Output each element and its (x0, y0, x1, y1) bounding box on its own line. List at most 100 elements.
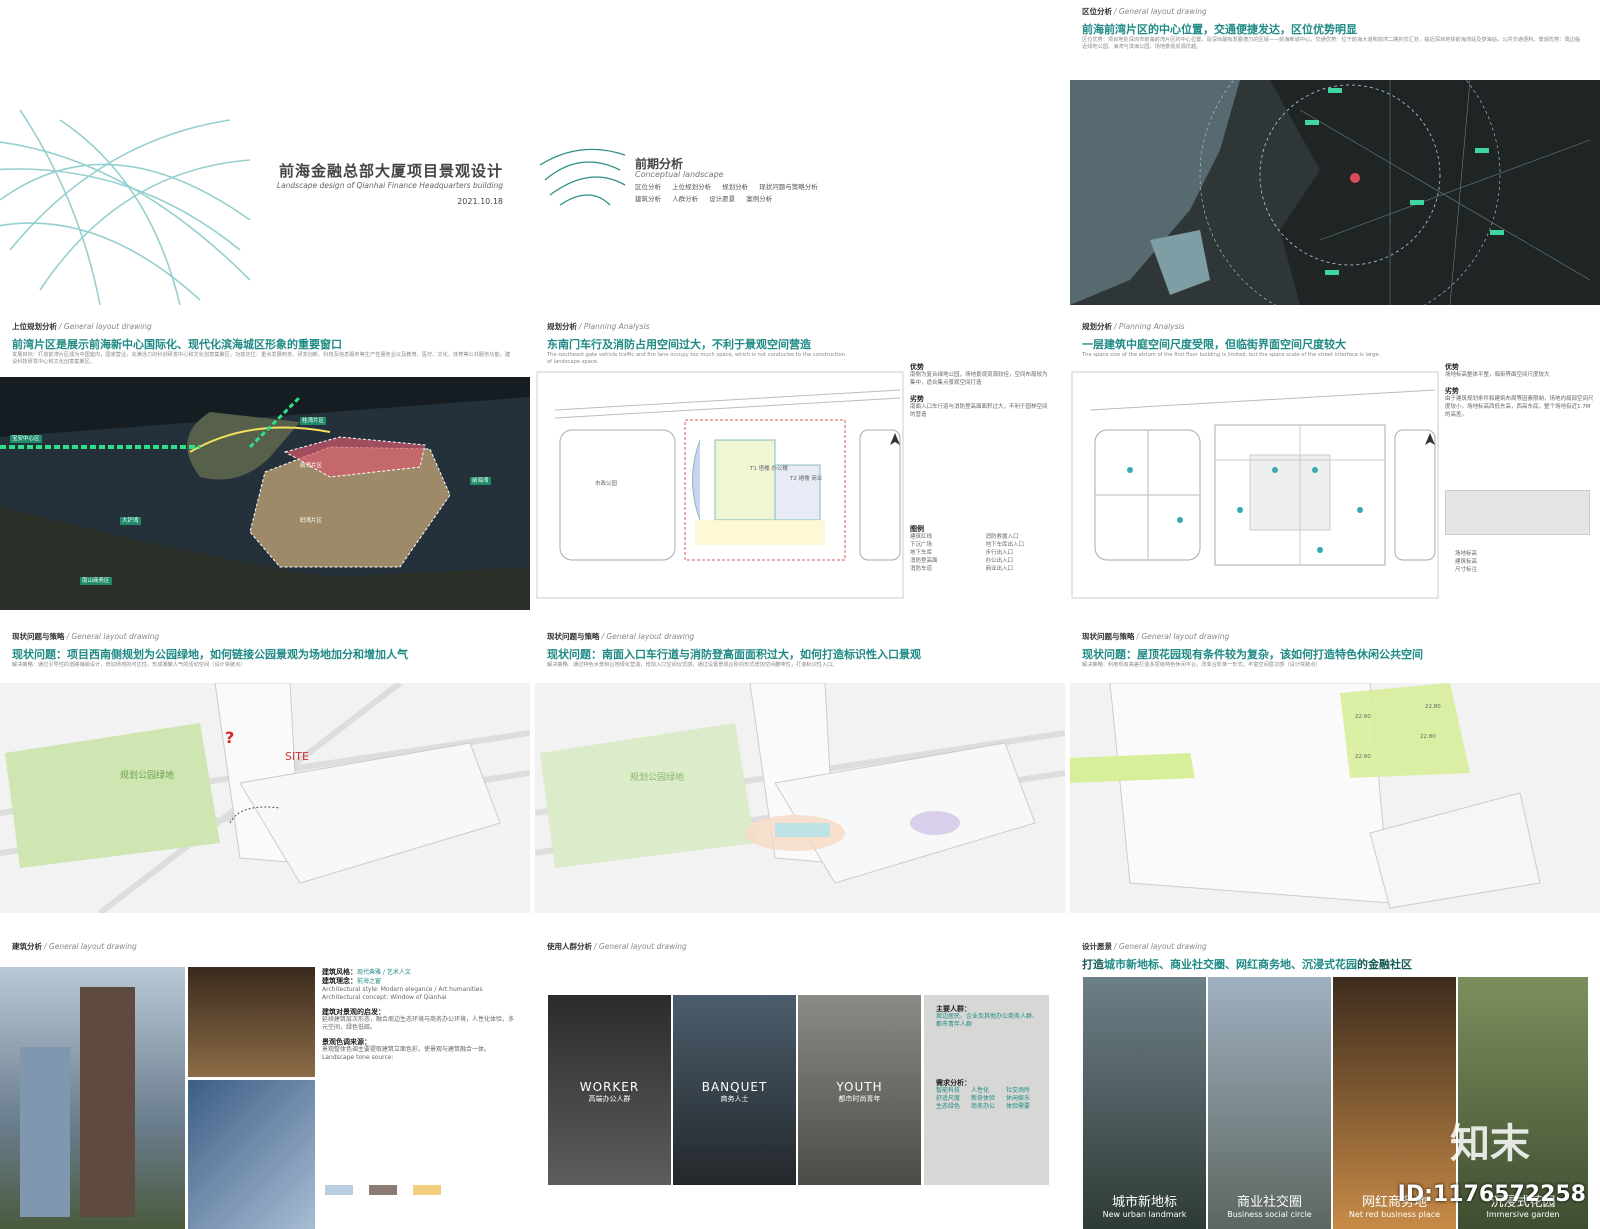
axonometric-graphic (1070, 683, 1600, 913)
park-label: 规划公园绿地 (120, 771, 175, 781)
color-swatch (325, 1185, 353, 1195)
advantage-block: 优势 南侧为复合绿地公园，场地景观资源较佳，空间布局较为集中，适合集点景观空间打… (910, 363, 1050, 419)
panel-title: 现状问题：项目西南侧规划为公园绿地，如何链接公园景观为场地加分和增加人气 (12, 648, 408, 661)
panel-title: 东南门车行及消防占用空间过大，不利于景观空间营造 (547, 338, 811, 351)
inspiration-heading: 建筑对景观的启发： (322, 1008, 385, 1016)
concept-subtitle: Conceptual landscape (635, 170, 724, 179)
upper-planning-panel: 上位规划分析 / General layout drawing 前湾片区是展示前海… (0, 315, 530, 610)
style-en: Architectural style: Modern elegance / A… (322, 986, 483, 993)
panel-title: 前海前湾片区的中心位置，交通便捷发达，区位优势明显 (1082, 23, 1357, 36)
concept-menu-item[interactable]: 上位规划分析 (672, 181, 711, 193)
inspiration-text: 延续建筑层次形态，融合周边生态环境与商务办公环境，人性化体验，多元空间，绿色低碳… (322, 1016, 515, 1031)
panel-tag: 现状问题与策略 / General layout drawing (1082, 632, 1230, 641)
level-label: 22.60 (1355, 714, 1371, 720)
map-label: 宝安中心区 (10, 435, 42, 443)
disadvantage-text: 南面入口车行道与消防登高面面积过大，不利于园林空间的营造 (910, 404, 1048, 418)
panel-text: 解决策略：通过引导性的道路铺装设计，增加场地的可达性，形成凝聚人气的活动空间（设… (12, 662, 246, 668)
panel-tag: 区位分析 / General layout drawing (1082, 7, 1207, 16)
panel-tag: 现状问题与策略 / General layout drawing (12, 632, 160, 641)
panel-tag: 规划分析 / Planning Analysis (547, 322, 650, 331)
color-swatch-row (325, 1185, 441, 1195)
need-item: 智能科技 (936, 1087, 961, 1094)
concept-en: Architectural concept: Window of Qianhai (322, 994, 447, 1001)
need-item: 生态绿色 (936, 1103, 961, 1110)
park-label: 规划公园绿地 (630, 773, 685, 783)
location-panel: 区位分析 / General layout drawing 前海前湾片区的中心位置… (1070, 0, 1600, 305)
legend-block: 图例 建筑红线 消防救援入口 下沉广场 地下车库出入口 地下车库 步行出入口 消… (910, 525, 1055, 573)
building-photo (0, 967, 185, 1229)
panel-tag: 设计愿景 / General layout drawing (1082, 942, 1207, 951)
needs-heading: 需求分析： (936, 1079, 971, 1087)
user-group-cn: 都市时尚青年 (838, 1095, 881, 1103)
concept-menu-item[interactable]: 区位分析 (635, 181, 661, 193)
legend-item: 下沉广场 (910, 542, 933, 548)
concept-heading: 建筑理念： (322, 977, 357, 985)
legend-item: 步行出入口 (985, 550, 1014, 556)
cover-title: 前海金融总部大厦项目景观设计 (278, 162, 503, 180)
user-photo-worker: WORKER 高端办公人群 (548, 995, 671, 1185)
vision-photo: 城市新地标 New urban landmark (1083, 977, 1206, 1229)
advantage-heading: 优势 (1445, 363, 1459, 371)
vision-item-cn: 商业社交圈 (1236, 1195, 1302, 1210)
cover-subtitle: Landscape design of Qianhai Finance Head… (276, 181, 503, 190)
user-photo-youth: YOUTH 都市时尚青年 (798, 995, 921, 1185)
users-info-box: 主要人群： 周边居民、企业及其他办公商务人群、都市青年人群 需求分析： 智能科技… (924, 995, 1049, 1185)
concept-menu-item[interactable]: 规划分析 (722, 181, 748, 193)
watermark-logo: 知末 (1450, 1121, 1530, 1167)
vision-item-cn: 城市新地标 (1111, 1195, 1177, 1210)
location-map-graphic (1070, 24, 1600, 305)
main-users-text: 周边居民、企业及其他办公商务人群、都市青年人群 (936, 1013, 1039, 1028)
need-item: 人性化 (971, 1087, 990, 1094)
question-mark: ? (225, 728, 235, 747)
panel-title: 现状问题：屋顶花园现有条件较为复杂，该如何打造特色休闲公共空间 (1082, 648, 1423, 661)
user-group-en: YOUTH (836, 1080, 883, 1094)
advantage-text: 场地标高整体平整，临街界面空间尺度较大 (1445, 372, 1550, 378)
panel-text: The space size of the atrium of the firs… (1082, 352, 1381, 358)
user-group-cn: 商务人士 (720, 1095, 749, 1103)
site-plan-graphic (536, 371, 904, 599)
legend-item: 地下车库出入口 (985, 542, 1025, 548)
palette-en: Landscape tone source: (322, 1054, 394, 1061)
style-heading: 建筑风格： (322, 968, 357, 976)
concept-menu-item[interactable]: 设计愿景 (709, 193, 735, 205)
vision-item-en: Business social circle (1227, 1210, 1312, 1219)
vision-panel: 设计愿景 / General layout drawing 打造城市新地标、商业社… (1070, 935, 1600, 1229)
watermark-id: ID:1176572258 (1397, 1182, 1586, 1207)
concept-menu-item[interactable]: 案例分析 (746, 193, 772, 205)
panel-tag: 规划分析 / Planning Analysis (1082, 322, 1185, 331)
style-value: 现代典雅 / 艺术人文 (357, 969, 411, 976)
need-item: 体验需要 (1006, 1103, 1031, 1110)
legend-item: 场地标高 (1455, 551, 1478, 557)
advantage-block: 优势 场地标高整体平整，临街界面空间尺度较大 劣势 由于建筑规划条件和建筑布局等… (1445, 363, 1595, 419)
need-item: 休闲娱乐 (1006, 1095, 1031, 1102)
location-map (1070, 24, 1600, 305)
panel-title: 前湾片区是展示前海新中心国际化、现代化滨海城区形象的重要窗口 (12, 338, 342, 351)
aerial-map: 前湾片区 桂湾片区 妈湾片区 大铲湾 前海湾 宝安中心区 南山商务区 (0, 377, 530, 610)
need-item: 舒适尺度 (936, 1095, 961, 1102)
map-label: 南山商务区 (80, 577, 112, 585)
need-item: 新奇体验 (971, 1095, 996, 1102)
panel-text: 解决策略：通过特色水景和台地绿化营造，增加入口空间仪式感，通过设置景观台阶的形式… (547, 662, 838, 668)
map-label: 桂湾片区 (300, 417, 327, 425)
concept-menu-item[interactable]: 人群分析 (672, 193, 698, 205)
concept-menu-item[interactable]: 建筑分析 (635, 193, 661, 205)
legend-item: 消防车道 (910, 566, 933, 572)
vision-item-en: Immersive garden (1486, 1210, 1560, 1219)
panel-tag: 建筑分析 / General layout drawing (12, 942, 137, 951)
legend-heading: 图例 (910, 525, 924, 533)
axonometric-graphic (535, 683, 1065, 913)
panel-text: The southeast gate vehicle traffic and f… (547, 352, 846, 365)
issue-panel-2: 现状问题与策略 / General layout drawing 现状问题：南面入… (535, 625, 1065, 920)
site-label: T2 裙楼 商业 (790, 476, 823, 482)
site-label: 市政公园 (595, 481, 618, 487)
concept-value: 前海之窗 (357, 978, 382, 985)
concept-menu-item[interactable]: 现状问题与策略分析 (759, 181, 818, 193)
color-swatch (369, 1185, 397, 1195)
concept-panel: 前期分析 Conceptual landscape 区位分析 上位规划分析 规划… (535, 0, 1060, 305)
panel-title: 一层建筑中庭空间尺度受限，但临街界面空间尺度较大 (1082, 338, 1346, 351)
main-users-heading: 主要人群： (936, 1005, 971, 1013)
panel-text: 区位优势：项目地处深圳市前海前湾片区的中心位置，是深圳最有发展潜力的区域——前海… (1082, 37, 1581, 50)
need-item: 社交场所 (1006, 1087, 1031, 1094)
user-group-cn: 高端办公人群 (588, 1095, 631, 1103)
disadvantage-heading: 劣势 (1445, 387, 1459, 395)
